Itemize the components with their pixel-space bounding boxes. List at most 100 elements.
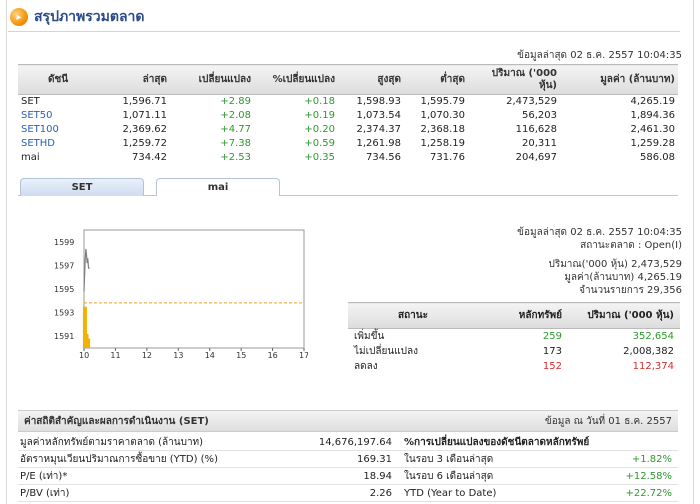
- index-last: 1,259.72: [122, 138, 167, 149]
- table-row: มูลค่าหลักทรัพย์ตามราคาตลาด (ล้านบาท) 14…: [18, 434, 678, 451]
- y-tick-label: 1599: [54, 238, 74, 247]
- stat-label: P/BV (เท่า): [20, 487, 70, 499]
- index-last: 1,596.71: [122, 96, 167, 108]
- index-name-link[interactable]: SET100: [18, 123, 104, 137]
- col-high: สูงสุด: [338, 64, 404, 95]
- index-pct: +0.59: [304, 138, 335, 149]
- status-volume: 112,374: [632, 361, 674, 372]
- table-row: SET100 2,369.62 +4.77 +0.20 2,374.37 2,3…: [18, 123, 678, 137]
- tab-mai[interactable]: mai: [156, 178, 280, 196]
- stat-label: มูลค่าหลักทรัพย์ตามราคาตลาด (ล้านบาท): [20, 436, 204, 448]
- index-last: 1,071.11: [122, 110, 167, 121]
- x-tick-label: 17: [299, 351, 308, 358]
- securities-count: 173: [542, 346, 562, 357]
- index-change: +4.77: [220, 124, 251, 135]
- market-index-table: ดัชนี ล่าสุด เปลี่ยนแปลง %เปลี่ยนแปลง สู…: [18, 64, 678, 165]
- index-name-link[interactable]: SETHD: [18, 137, 104, 151]
- stats-title: ค่าสถิติสำคัญและผลการดำเนินงาน (SET): [24, 415, 209, 427]
- index-volume: 56,203: [522, 110, 557, 121]
- stat-right-title: %การเปลี่ยนแปลงของดัชนีตลาดหลักทรัพย์: [404, 436, 590, 448]
- index-value: 586.08: [640, 152, 675, 163]
- status-label: เพิ่มขึ้น: [354, 331, 385, 342]
- y-tick-label: 1595: [54, 285, 74, 294]
- col-pct-change: %เปลี่ยนแปลง: [254, 64, 338, 95]
- index-change: +7.38: [220, 138, 251, 149]
- index-low: 1,595.79: [420, 96, 465, 108]
- x-tick-label: 10: [79, 351, 89, 358]
- status-volume: 352,654: [632, 331, 674, 342]
- x-tick-label: 11: [110, 351, 120, 358]
- x-tick-label: 12: [142, 351, 152, 358]
- index-name: SET: [21, 96, 40, 108]
- index-volume: 204,697: [515, 152, 557, 163]
- index-last: 2,369.62: [122, 124, 167, 135]
- index-volume: 20,311: [522, 138, 557, 149]
- index-change: +2.89: [220, 96, 251, 108]
- index-pct: +0.19: [304, 110, 335, 121]
- index-change: +2.08: [220, 110, 251, 121]
- table-row: SETHD 1,259.72 +7.38 +0.59 1,261.98 1,25…: [18, 137, 678, 151]
- index-high: 1,073.54: [356, 110, 401, 121]
- index-last: 734.42: [132, 152, 167, 163]
- index-value: 2,461.30: [630, 124, 675, 135]
- index-high: 734.56: [366, 152, 401, 163]
- market-updated-time: ข้อมูลล่าสุด 02 ธ.ค. 2557 10:04:35: [517, 50, 682, 61]
- x-tick-label: 14: [205, 351, 215, 358]
- detail-info: ข้อมูลล่าสุด 02 ธ.ค. 2557 10:04:35 สถานะ…: [517, 226, 682, 297]
- status-volume: 2,008,382: [623, 346, 674, 357]
- detail-trades: จำนวนรายการ 29,356: [579, 285, 682, 296]
- table-row: ลดลง 152 112,374: [348, 359, 680, 374]
- stat-right-label: ในรอบ 3 เดือนล่าสุด: [404, 453, 494, 465]
- col-value: มูลค่า (ล้านบาท): [560, 64, 678, 95]
- stats-table: มูลค่าหลักทรัพย์ตามราคาตลาด (ล้านบาท) 14…: [18, 434, 678, 502]
- table-row: SET 1,596.71 +2.89 +0.18 1,598.93 1,595.…: [18, 95, 678, 109]
- status-label: ไม่เปลี่ยนแปลง: [354, 346, 419, 357]
- index-volume: 116,628: [515, 124, 557, 135]
- col-volume: ปริมาณ ('000 หุ้น): [468, 64, 560, 95]
- col-adv-volume: ปริมาณ ('000 หุ้น): [568, 302, 680, 329]
- stat-right-value: +12.58%: [625, 470, 672, 482]
- index-pct: +0.20: [304, 124, 335, 135]
- section-header: ▸ สรุปภาพรวมตลาด: [10, 4, 145, 30]
- market-tabs: SET mai: [18, 178, 678, 196]
- index-low: 1,070.30: [420, 110, 465, 121]
- volume-bar: [86, 338, 91, 348]
- table-row: อัตราหมุนเวียนปริมาณการซื้อขาย (YTD) (%)…: [18, 451, 678, 468]
- table-row: ไม่เปลี่ยนแปลง 173 2,008,382: [348, 344, 680, 359]
- table-row: P/E (เท่า)* 18.94 ในรอบ 6 เดือนล่าสุด +1…: [18, 468, 678, 485]
- x-tick-label: 15: [236, 351, 246, 358]
- col-last: ล่าสุด: [104, 64, 170, 95]
- securities-count: 259: [542, 331, 562, 342]
- stat-label: อัตราหมุนเวียนปริมาณการซื้อขาย (YTD) (%): [20, 453, 218, 465]
- stat-value: 14,676,197.64: [318, 436, 392, 448]
- index-low: 1,258.19: [420, 138, 465, 149]
- plot-area: [83, 229, 305, 349]
- stat-right-label: YTD (Year to Date): [404, 487, 497, 499]
- index-value: 1,259.28: [630, 138, 675, 149]
- stat-value: 18.94: [363, 470, 392, 482]
- col-securities: หลักทรัพย์: [478, 302, 568, 329]
- index-low: 2,368.18: [420, 124, 465, 135]
- stat-right-label: ในรอบ 6 เดือนล่าสุด: [404, 470, 494, 482]
- tab-set[interactable]: SET: [20, 178, 144, 196]
- x-tick-label: 13: [173, 351, 183, 358]
- status-label: ลดลง: [354, 361, 378, 372]
- index-high: 1,598.93: [356, 96, 401, 108]
- col-change: เปลี่ยนแปลง: [170, 64, 254, 95]
- index-low: 731.76: [430, 152, 465, 163]
- stat-right-value: +22.72%: [625, 487, 672, 499]
- x-tick-label: 16: [268, 351, 278, 358]
- header-divider: [8, 31, 680, 32]
- table-row: mai 734.42 +2.53 +0.35 734.56 731.76 204…: [18, 151, 678, 165]
- index-name-link[interactable]: SET50: [18, 109, 104, 123]
- y-tick-label: 1591: [54, 332, 74, 341]
- table-row: P/BV (เท่า) 2.26 YTD (Year to Date) +22.…: [18, 485, 678, 502]
- stats-header: ค่าสถิติสำคัญและผลการดำเนินงาน (SET) ข้อ…: [18, 410, 678, 432]
- page-title: สรุปภาพรวมตลาด: [34, 9, 145, 25]
- index-value: 1,894.36: [630, 110, 675, 121]
- detail-value: มูลค่า(ล้านบาท) 4,265.19: [564, 272, 682, 283]
- table-row: SET50 1,071.11 +2.08 +0.19 1,073.54 1,07…: [18, 109, 678, 123]
- index-change: +2.53: [220, 152, 251, 163]
- col-status: สถานะ: [348, 302, 478, 329]
- col-low: ต่ำสุด: [404, 64, 468, 95]
